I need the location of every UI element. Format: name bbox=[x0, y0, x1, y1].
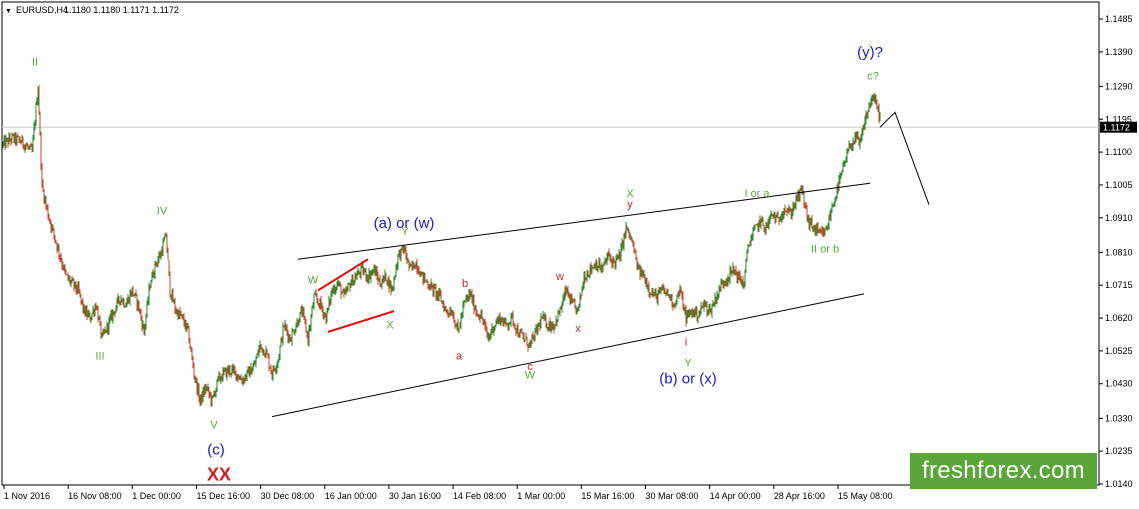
symbol-label: EURUSD,H4 bbox=[16, 5, 68, 15]
x-tick-label: 14 Apr 00:00 bbox=[710, 491, 761, 501]
x-tick-label: 15 Dec 16:00 bbox=[196, 491, 250, 501]
wave-label: (y)? bbox=[857, 44, 883, 61]
wave-label: I or a bbox=[744, 188, 770, 200]
y-tick-label: 1.0235 bbox=[1105, 446, 1133, 456]
candles-layer bbox=[2, 84, 881, 407]
y-tick-label: 1.0810 bbox=[1105, 247, 1133, 257]
wave-label: II or b bbox=[811, 243, 839, 255]
y-tick-label: 1.0140 bbox=[1105, 479, 1133, 489]
x-tick-label: 16 Jan 00:00 bbox=[325, 491, 377, 501]
triangle-lower-line bbox=[327, 310, 395, 333]
wave-labels-layer: IIIVIIIV(c)XXWXY(a) or (w)bacWwxXyiY(b) … bbox=[32, 44, 883, 485]
y-tick-label: 1.0430 bbox=[1105, 379, 1133, 389]
wave-label: V bbox=[210, 420, 218, 432]
x-tick-label: 14 Feb 08:00 bbox=[453, 491, 506, 501]
wave-label: c? bbox=[867, 71, 879, 83]
wave-label: IV bbox=[157, 205, 168, 217]
time-axis[interactable]: 1 Nov 2016 16 Nov 08:00 1 Dec 00:00 15 Dec … bbox=[3, 485, 893, 501]
freshforex-logo: freshforex.com bbox=[910, 453, 1097, 489]
wave-label: w bbox=[555, 271, 564, 283]
y-tick-label: 1.0910 bbox=[1105, 213, 1133, 223]
x-tick-label: 1 Nov 2016 bbox=[4, 491, 50, 501]
y-tick-label: 1.0715 bbox=[1105, 280, 1133, 290]
y-tick-label: 1.0330 bbox=[1105, 413, 1133, 423]
wave-label: a bbox=[456, 351, 463, 363]
y-tick-label: 1.1100 bbox=[1105, 147, 1132, 157]
wave-label: XX bbox=[207, 465, 231, 485]
y-tick-label: 1.0525 bbox=[1105, 346, 1133, 356]
x-tick-label: 1 Mar 00:00 bbox=[517, 491, 565, 501]
wave-label: (b) or (x) bbox=[659, 371, 717, 388]
y-tick-label: 1.1485 bbox=[1105, 14, 1133, 24]
wave-label: W bbox=[525, 370, 536, 382]
forecast-path-layer bbox=[879, 111, 930, 205]
chart-header: ▼ EURUSD,H4 1.1180 1.1180 1.1171 1.1172 bbox=[5, 5, 179, 15]
wave-label: b bbox=[462, 278, 468, 290]
current-price-tag: 1.1172 bbox=[1100, 121, 1137, 133]
price-chart[interactable]: IIIVIIIV(c)XXWXY(a) or (w)bacWwxXyiY(b) … bbox=[0, 0, 1139, 509]
forecast-path bbox=[879, 111, 930, 205]
wave-label: W bbox=[308, 274, 319, 286]
wave-label: II bbox=[32, 57, 38, 69]
wave-label: (a) or (w) bbox=[374, 215, 435, 232]
channel-lower-line bbox=[271, 293, 865, 418]
wave-label: (c) bbox=[207, 442, 225, 459]
x-tick-label: 1 Dec 00:00 bbox=[132, 491, 181, 501]
wave-label: y bbox=[627, 198, 633, 210]
y-tick-label: 1.1290 bbox=[1105, 81, 1133, 91]
x-tick-label: 30 Dec 08:00 bbox=[261, 491, 315, 501]
y-tick-label: 1.1005 bbox=[1105, 180, 1133, 190]
x-tick-label: 15 Mar 16:00 bbox=[581, 491, 634, 501]
wave-label: III bbox=[95, 351, 104, 363]
x-tick-label: 30 Jan 16:00 bbox=[389, 491, 441, 501]
x-tick-label: 30 Mar 08:00 bbox=[646, 491, 699, 501]
x-tick-label: 28 Apr 16:00 bbox=[774, 491, 825, 501]
wave-label: X bbox=[386, 319, 394, 331]
y-tick-label: 1.1390 bbox=[1105, 47, 1133, 57]
y-tick-label: 1.0620 bbox=[1105, 313, 1133, 323]
price-axis[interactable]: 1.14851.13901.12901.11951.11001.10051.09… bbox=[1099, 14, 1133, 489]
x-tick-label: 15 May 08:00 bbox=[838, 491, 893, 501]
ohlc-values: 1.1180 1.1180 1.1171 1.1172 bbox=[64, 5, 179, 15]
wave-label: Y bbox=[684, 357, 692, 369]
wave-label: x bbox=[575, 323, 581, 335]
wave-label: i bbox=[685, 337, 687, 349]
current-price-label: 1.1172 bbox=[1103, 123, 1130, 133]
symbol-dropdown-icon[interactable]: ▼ bbox=[5, 8, 12, 15]
x-tick-label: 16 Nov 08:00 bbox=[68, 491, 122, 501]
